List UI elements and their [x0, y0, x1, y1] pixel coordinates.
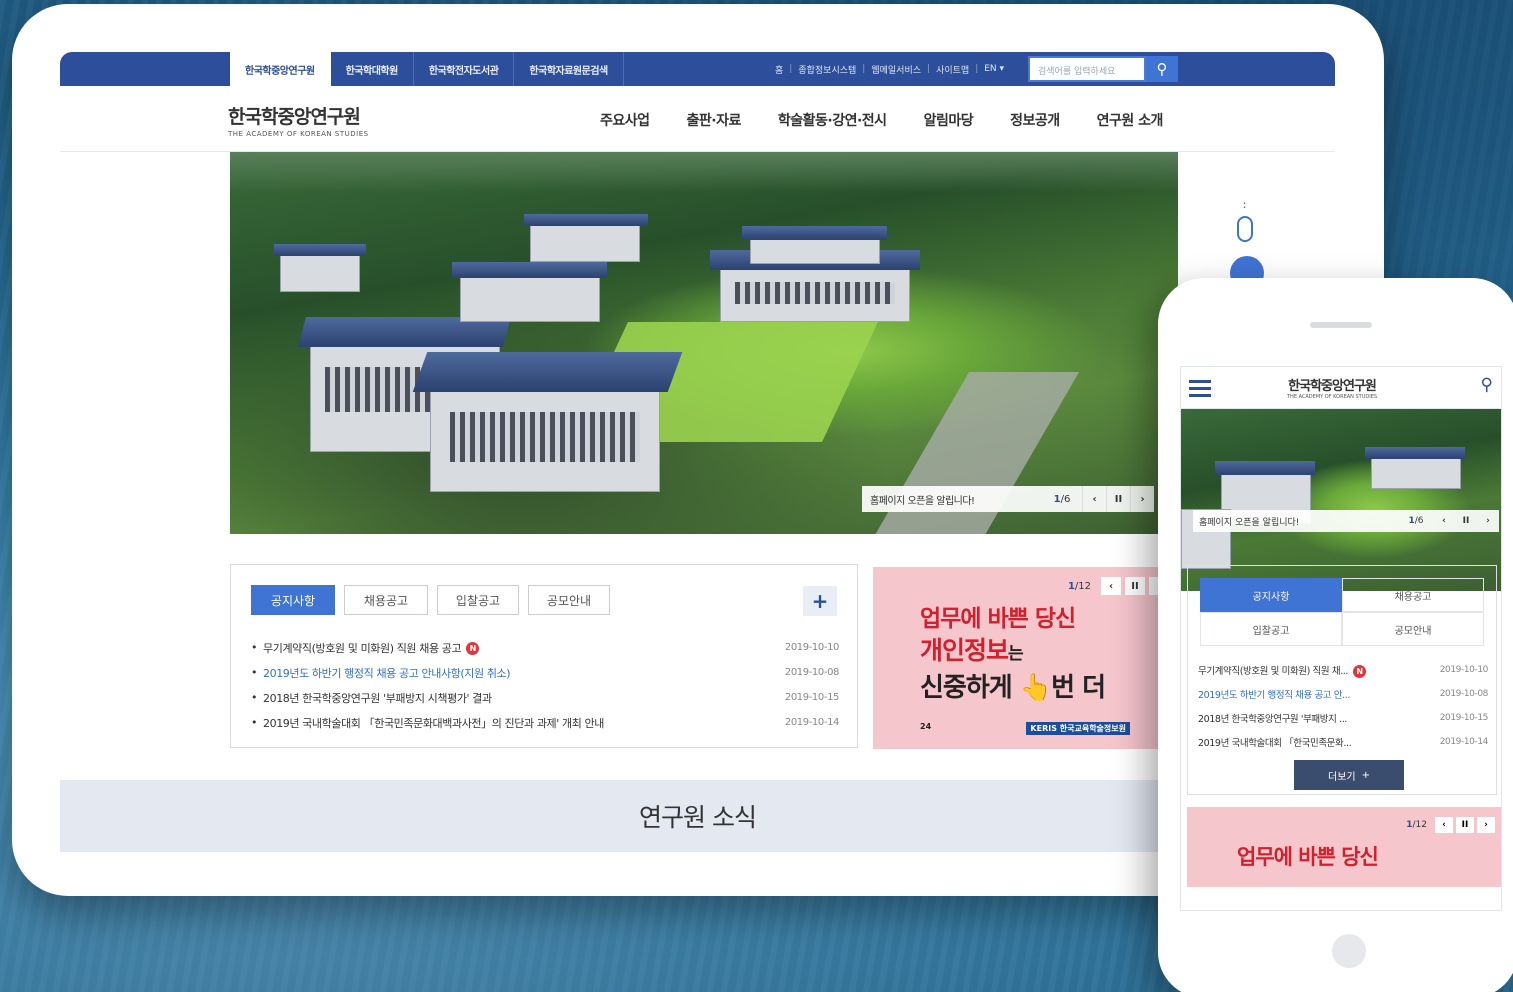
tab-notices[interactable]: 공지사항 [1200, 578, 1342, 612]
hero-slider: 홈페이지 오픈을 알립니다! 1/6 ‹ II › [230, 152, 1178, 534]
phone-screen: 한국학중앙연구원 THE ACADEMY OF KOREAN STUDIES ⚲… [1180, 366, 1502, 911]
tab-digital-library[interactable]: 한국학전자도서관 [414, 52, 515, 86]
menu-publications[interactable]: 출판·자료 [687, 110, 742, 130]
site-logo[interactable]: 한국학중앙연구원 THE ACADEMY OF KOREAN STUDIES [228, 102, 369, 138]
prev-arrow-icon[interactable]: ‹ [1082, 486, 1106, 512]
list-item[interactable]: 2019년 국내학술대회 「한국민족문화... 2019-10-14 [1198, 730, 1488, 754]
mobile-logo[interactable]: 한국학중앙연구원 THE ACADEMY OF KOREAN STUDIES [1287, 375, 1377, 400]
list-item[interactable]: • 무기계약직(방호원 및 미화원) 직원 채용 공고 N 2019-10-10 [251, 635, 839, 660]
pause-icon[interactable]: II [1456, 817, 1474, 833]
pause-icon[interactable]: II [1125, 577, 1145, 595]
phone-speaker [1310, 322, 1372, 328]
next-arrow-icon[interactable]: › [1477, 516, 1499, 526]
utility-links: 홈 | 종합정보시스템 | 웹메일서비스 | 사이트맵 | EN ▾ [775, 63, 1005, 76]
mobile-slide-controls: 홈페이지 오픈을 알립니다! 1/6 ‹ II › [1193, 510, 1499, 532]
news-title: 연구원 소식 [639, 803, 757, 832]
language-select[interactable]: EN ▾ [984, 64, 1004, 74]
hero-caption[interactable]: 홈페이지 오픈을 알립니다! [1193, 515, 1399, 528]
logo-korean: 한국학중앙연구원 [228, 106, 361, 128]
notice-list: • 무기계약직(방호원 및 미화원) 직원 채용 공고 N 2019-10-10 … [251, 635, 839, 735]
tab-bidding[interactable]: 입찰공고 [1200, 612, 1342, 646]
prev-arrow-icon[interactable]: ‹ [1433, 516, 1455, 526]
list-item[interactable]: • 2019년도 하반기 행정직 채용 공고 안내사항(지원 취소) 2019-… [251, 660, 839, 685]
tab-archive-search[interactable]: 한국학자료원문검색 [514, 52, 624, 86]
menu-academic-activities[interactable]: 학술활동·강연·전시 [778, 110, 887, 130]
top-bar: 한국학중앙연구원 한국학대학원 한국학전자도서관 한국학자료원문검색 홈 | 종합… [60, 52, 1335, 86]
tab-contest[interactable]: 공모안내 [528, 585, 610, 615]
promo-line-1: 업무에 바쁜 당신 [920, 606, 1076, 632]
menu-about[interactable]: 연구원 소개 [1097, 110, 1164, 130]
new-badge: N [466, 642, 480, 655]
list-item[interactable]: 2018년 한국학중앙연구원 '부패방지 ... 2019-10-15 [1198, 706, 1488, 730]
hero-caption[interactable]: 홈페이지 오픈을 알립니다! [862, 492, 1042, 507]
more-button[interactable]: + [803, 586, 837, 616]
hero-slide-controls: 홈페이지 오픈을 알립니다! 1/6 ‹ II › [862, 486, 1154, 512]
hamburger-menu-icon[interactable] [1189, 380, 1211, 401]
mouse-icon [1237, 216, 1253, 242]
mobile-notice-list: 무기계약직(방호원 및 미화원) 직원 채... N 2019-10-10 2019… [1198, 658, 1488, 754]
menu-main-projects[interactable]: 주요사업 [600, 110, 650, 130]
notice-tabs: 공지사항 채용공고 입찰공고 공모안내 [251, 585, 610, 615]
menu-notices[interactable]: 알림마당 [924, 110, 974, 130]
more-button[interactable]: 더보기 + [1294, 760, 1404, 790]
new-badge: N [1353, 664, 1367, 678]
hero-pager: 1/6 [1053, 493, 1071, 505]
mobile-header: 한국학중앙연구원 THE ACADEMY OF KOREAN STUDIES ⚲ [1181, 367, 1501, 409]
tab-notices[interactable]: 공지사항 [251, 585, 335, 615]
list-item[interactable]: 무기계약직(방호원 및 미화원) 직원 채... N 2019-10-10 [1198, 658, 1488, 682]
logo-english: THE ACADEMY OF KOREAN STUDIES [228, 130, 369, 138]
phone-frame: 한국학중앙연구원 THE ACADEMY OF KOREAN STUDIES ⚲… [1158, 278, 1513, 992]
promo-logos: 24 KERIS 한국교육학술정보원 [920, 722, 1130, 735]
prev-arrow-icon[interactable]: ‹ [1435, 817, 1453, 833]
list-item[interactable]: • 2019년 국내학술대회 「한국민족문화대백과사전」의 진단과 과제' 개최… [251, 710, 839, 735]
mobile-notice-board: 공지사항 채용공고 입찰공고 공모안내 무기계약직(방호원 및 미화원) 직원 … [1187, 565, 1497, 795]
promo-line-1: 업무에 바쁜 당신 [1237, 845, 1379, 869]
family-site-tabs: 한국학중앙연구원 한국학대학원 한국학전자도서관 한국학자료원문검색 [230, 52, 624, 86]
next-arrow-icon[interactable]: › [1130, 486, 1154, 512]
main-menu: 주요사업 출판·자료 학술활동·강연·전시 알림마당 정보공개 연구원 소개 [600, 110, 1163, 130]
home-link[interactable]: 홈 [775, 63, 783, 76]
webmail-link[interactable]: 웹메일서비스 [871, 63, 921, 76]
promo-line-2: 개인정보는 [920, 636, 1024, 665]
notice-board: 공지사항 채용공고 입찰공고 공모안내 + • 무기계약직(방호원 및 미화원)… [230, 564, 858, 748]
main-header: 한국학중앙연구원 THE ACADEMY OF KOREAN STUDIES 주… [60, 86, 1335, 152]
gov24-logo: 24 [920, 722, 932, 731]
hero-pager: 1/6 [1408, 516, 1424, 526]
mobile-notice-tabs: 공지사항 채용공고 입찰공고 공모안내 [1200, 578, 1484, 646]
tablet-screen: 한국학중앙연구원 한국학대학원 한국학전자도서관 한국학자료원문검색 홈 | 종합… [60, 52, 1335, 852]
pause-icon[interactable]: II [1106, 486, 1130, 512]
sitemap-link[interactable]: 사이트맵 [936, 63, 969, 76]
search-button[interactable]: ⚲ [1146, 56, 1178, 82]
news-section-header: 연구원 소식 [60, 780, 1335, 852]
list-item[interactable]: 2019년도 하반기 행정직 채용 공고 안... 2019-10-08 [1198, 682, 1488, 706]
tab-bidding[interactable]: 입찰공고 [437, 585, 519, 615]
promo-pager: 1/12 ‹ II › [1068, 577, 1169, 595]
search-input[interactable]: 검색어를 입력하세요 [1028, 56, 1146, 82]
tab-graduate-school[interactable]: 한국학대학원 [331, 52, 414, 86]
prev-arrow-icon[interactable]: ‹ [1101, 577, 1121, 595]
search-icon[interactable]: ⚲ [1481, 375, 1493, 395]
info-system-link[interactable]: 종합정보시스템 [798, 63, 856, 76]
menu-disclosure[interactable]: 정보공개 [1010, 110, 1060, 130]
tab-recruitment[interactable]: 채용공고 [1342, 578, 1484, 612]
scroll-dots-icon: · · [1243, 199, 1247, 212]
phone-home-button[interactable] [1332, 934, 1366, 968]
list-item[interactable]: • 2018년 한국학중앙연구원 '부패방지 시책평가' 결과 2019-10-… [251, 685, 839, 710]
mobile-hero-slider [1181, 409, 1501, 591]
tab-recruitment[interactable]: 채용공고 [344, 585, 428, 615]
mobile-promo-banner[interactable]: 1/12 ‹ II › 업무에 바쁜 당신 [1187, 807, 1501, 887]
tab-kaks[interactable]: 한국학중앙연구원 [230, 52, 331, 86]
promo-line-3: 신중하게 👆번 더 [920, 673, 1106, 703]
promo-banner[interactable]: 1/12 ‹ II › 업무에 바쁜 당신 개인정보는 신중하게 👆번 더 24… [873, 567, 1173, 749]
plus-icon: + [1361, 769, 1370, 781]
keris-logo: KERIS 한국교육학술정보원 [1026, 722, 1130, 735]
tab-contest[interactable]: 공모안내 [1342, 612, 1484, 646]
pause-icon[interactable]: II [1455, 516, 1477, 526]
promo-pager: 1/12 ‹ II › [1406, 817, 1495, 833]
next-arrow-icon[interactable]: › [1477, 817, 1495, 833]
search-icon: ⚲ [1156, 60, 1168, 78]
